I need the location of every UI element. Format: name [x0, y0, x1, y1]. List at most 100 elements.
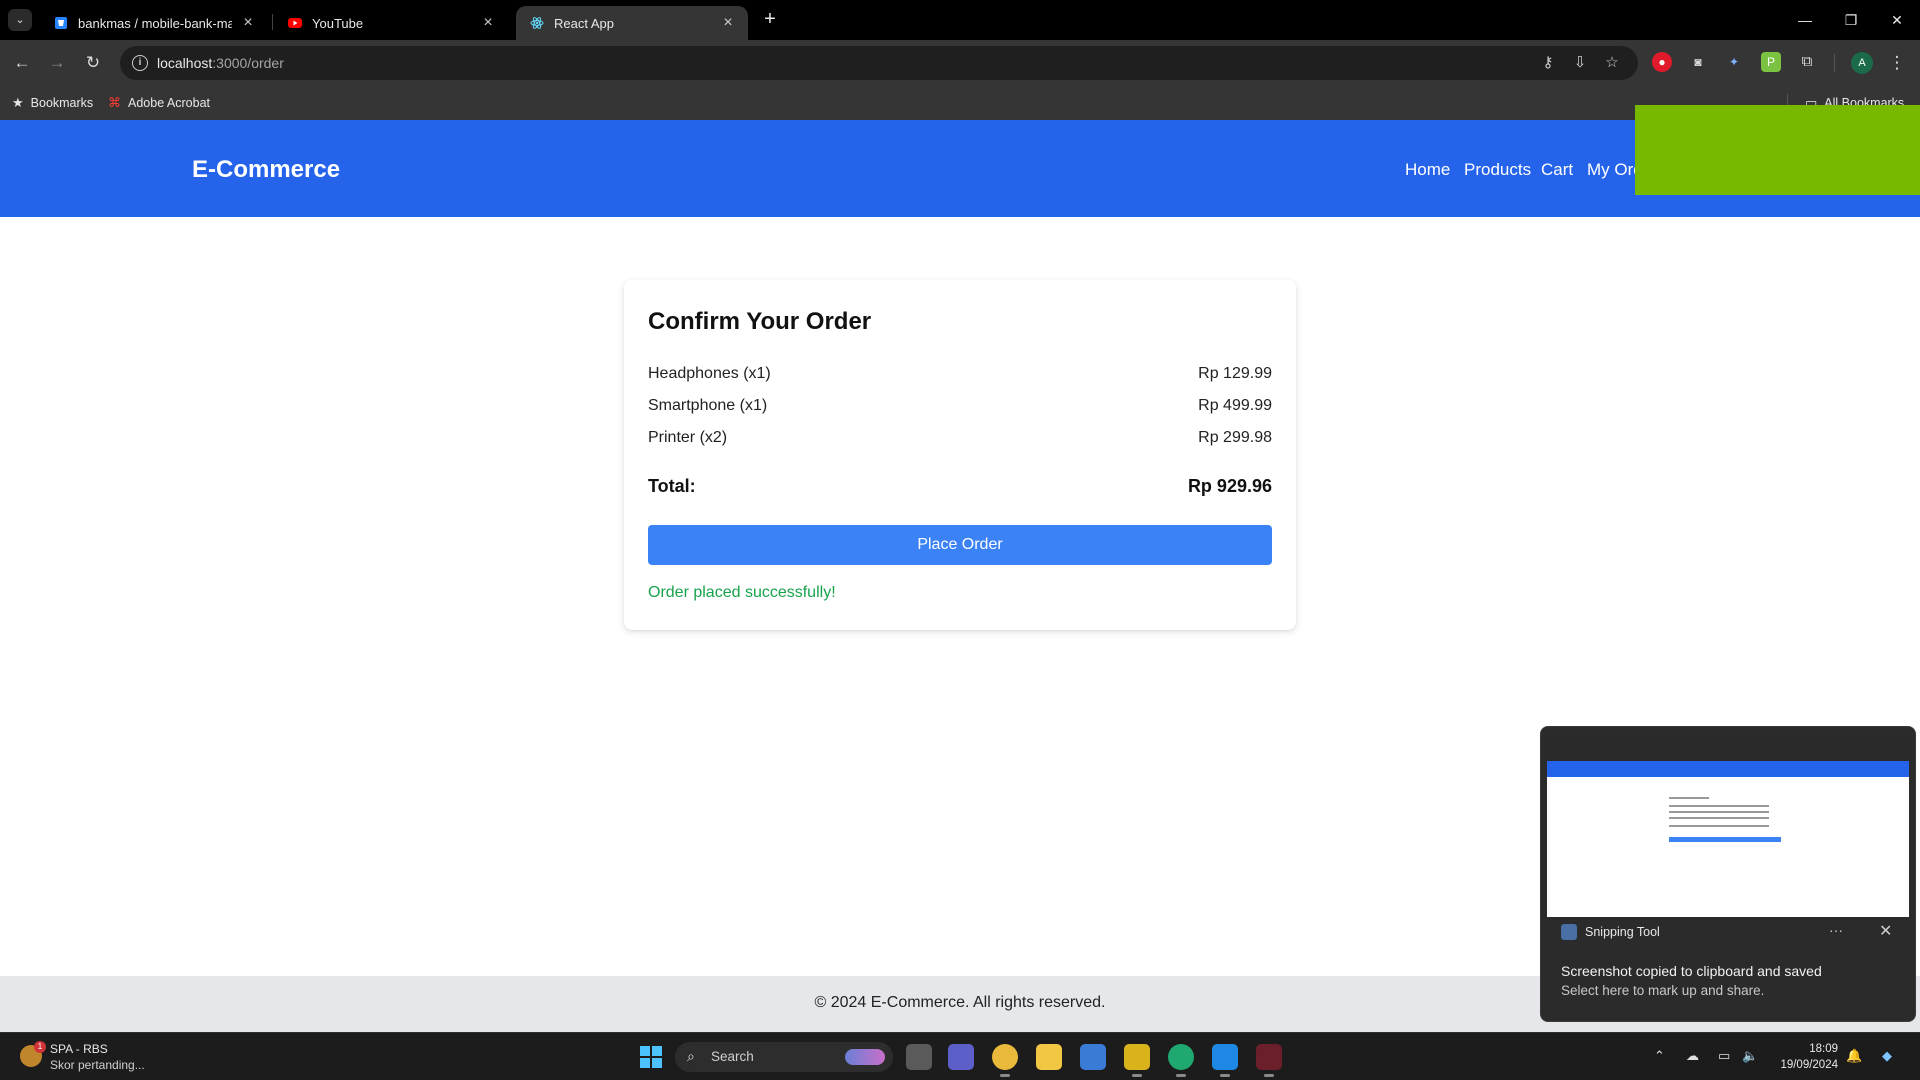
thumbnail-line [1669, 811, 1769, 813]
extension-red-icon[interactable]: ● [1652, 52, 1672, 72]
order-title: Confirm Your Order [648, 308, 872, 335]
app-header: E-Commerce Home Products Cart My Orders [0, 105, 1920, 217]
taskbar-search[interactable]: ⌕ Search [675, 1042, 893, 1072]
tab-react-app[interactable]: React App × [516, 6, 748, 40]
onedrive-icon[interactable]: ☁ [1686, 1048, 1699, 1064]
order-confirmation-card: Confirm Your Order Headphones (x1) Rp 12… [624, 280, 1296, 630]
order-item-row: Smartphone (x1) Rp 499.99 [648, 397, 1272, 419]
bookmark-adobe-acrobat[interactable]: ⌘ Adobe Acrobat [108, 95, 210, 111]
notification-bell-icon[interactable]: 🔔 [1846, 1048, 1862, 1064]
back-button[interactable]: ← [9, 50, 35, 76]
new-tab-button[interactable]: + [758, 7, 782, 31]
close-tab-icon[interactable]: × [720, 14, 736, 32]
toast-headline: Screenshot copied to clipboard and saved [1561, 963, 1822, 979]
url-path: :3000/order [212, 55, 284, 71]
widget-title[interactable]: SPA - RBS [50, 1042, 108, 1056]
thumbnail-line [1669, 797, 1709, 799]
item-name: Smartphone (x1) [648, 397, 768, 414]
order-item-row: Printer (x2) Rp 299.98 [648, 429, 1272, 451]
item-price: Rp 499.99 [1198, 397, 1272, 414]
green-overlay-box [1635, 105, 1920, 195]
footer-text: © 2024 E-Commerce. All rights reserved. [814, 994, 1106, 1011]
toast-more-options-icon[interactable]: ··· [1829, 922, 1843, 938]
copilot-icon[interactable]: ◆ [1882, 1048, 1892, 1064]
site-info-icon[interactable]: i [132, 55, 148, 71]
nav-home[interactable]: Home [1405, 160, 1450, 180]
screenshot-thumbnail[interactable] [1547, 733, 1909, 917]
tab-title: YouTube [312, 15, 364, 31]
bookmark-star-icon[interactable]: ☆ [1602, 54, 1622, 72]
thumbnail-button [1669, 837, 1781, 842]
browser-menu-icon[interactable]: ⋮ [1884, 50, 1910, 76]
restore-button[interactable]: ❐ [1828, 0, 1874, 40]
acrobat-icon: ⌘ [108, 95, 121, 110]
install-app-icon[interactable]: ⇩ [1570, 54, 1590, 72]
app-brand[interactable]: E-Commerce [192, 156, 340, 184]
total-value: Rp 929.96 [1187, 476, 1272, 496]
place-order-button[interactable]: Place Order [648, 525, 1272, 565]
chrome-icon[interactable] [992, 1044, 1018, 1077]
reload-button[interactable]: ↻ [80, 50, 106, 76]
youtube-icon [288, 18, 302, 28]
password-key-icon[interactable]: ⚷ [1538, 54, 1558, 72]
close-tab-icon[interactable]: × [480, 14, 496, 32]
snipping-app-icon[interactable] [1168, 1044, 1194, 1077]
close-tab-icon[interactable]: × [240, 14, 256, 32]
star-icon: ★ [12, 95, 24, 110]
browser-toolbar: ← → ↻ i localhost:3000/order ⚷ ⇩ ☆ ● ◙ ✦… [0, 40, 1920, 86]
item-name: Printer (x2) [648, 429, 728, 446]
tab-bankmas[interactable]: bankmas / mobile-bank-mas — × [40, 6, 268, 40]
thumbnail-header [1547, 761, 1909, 777]
widget-subtitle[interactable]: Skor pertanding... [50, 1058, 145, 1072]
url-text[interactable]: localhost:3000/order [157, 55, 284, 71]
sticky-notes-icon[interactable] [1124, 1044, 1150, 1077]
thumbnail-line [1669, 805, 1769, 807]
camera-extension-icon[interactable]: ◙ [1688, 52, 1708, 72]
file-explorer-icon[interactable] [1036, 1044, 1062, 1070]
task-view-icon[interactable] [906, 1044, 932, 1070]
translate-extension-icon[interactable]: ✦ [1724, 52, 1744, 72]
item-price: Rp 299.98 [1198, 429, 1272, 446]
taskbar-clock[interactable]: 18:09 19/09/2024 [1772, 1041, 1838, 1073]
browser-tab-strip: ⌄ bankmas / mobile-bank-mas — × YouTube … [0, 0, 1920, 40]
windows-taskbar: 1 SPA - RBS Skor pertanding... ⌕ Search … [0, 1032, 1920, 1080]
tab-separator [272, 14, 273, 30]
tab-youtube[interactable]: YouTube × [274, 6, 508, 40]
toast-close-icon[interactable]: ✕ [1879, 921, 1892, 941]
p-extension-icon[interactable]: P [1761, 52, 1781, 72]
minimize-button[interactable]: — [1782, 0, 1828, 40]
network-icon[interactable]: ▭ [1718, 1048, 1730, 1064]
item-name: Headphones (x1) [648, 365, 771, 382]
url-host: localhost [157, 55, 213, 71]
snipping-tool-icon [1561, 924, 1577, 940]
volume-icon[interactable]: 🔈 [1742, 1048, 1758, 1064]
bitbucket-icon [55, 17, 67, 29]
database-app-icon[interactable] [1256, 1044, 1282, 1077]
order-total-row: Total: Rp 929.96 [648, 476, 1272, 500]
tab-title: React App [554, 15, 614, 31]
order-item-row: Headphones (x1) Rp 129.99 [648, 365, 1272, 387]
address-bar[interactable]: i localhost:3000/order ⚷ ⇩ ☆ [120, 46, 1638, 80]
extensions-puzzle-icon[interactable]: ⧉ [1797, 52, 1817, 72]
tab-search-button[interactable]: ⌄ [8, 9, 32, 31]
bookmark-bookmarks[interactable]: ★ Bookmarks [12, 95, 93, 111]
toast-body: Select here to mark up and share. [1561, 983, 1765, 998]
nav-cart[interactable]: Cart [1541, 160, 1573, 180]
tab-title: bankmas / mobile-bank-mas — [78, 15, 232, 31]
item-price: Rp 129.99 [1198, 365, 1272, 382]
nav-products[interactable]: Products [1464, 160, 1531, 180]
microsoft-store-icon[interactable] [1080, 1044, 1106, 1070]
thumbnail-line [1669, 825, 1769, 827]
forward-button[interactable]: → [44, 50, 70, 76]
teams-icon[interactable] [948, 1044, 974, 1070]
bookmarks-bar: ★ Bookmarks ⌘ Adobe Acrobat ▭ All Bookma… [0, 86, 1920, 120]
profile-avatar[interactable]: A [1851, 52, 1873, 74]
tray-overflow-icon[interactable]: ⌃ [1654, 1048, 1665, 1064]
thumbnail-line [1669, 817, 1769, 819]
start-button[interactable] [640, 1046, 662, 1068]
snipping-tool-notification[interactable]: Snipping Tool ··· ✕ Screenshot copied to… [1540, 726, 1916, 1022]
close-window-button[interactable]: ✕ [1874, 0, 1920, 40]
widget-badge: 1 [34, 1041, 46, 1053]
search-icon: ⌕ [687, 1048, 695, 1064]
vscode-icon[interactable] [1212, 1044, 1238, 1077]
